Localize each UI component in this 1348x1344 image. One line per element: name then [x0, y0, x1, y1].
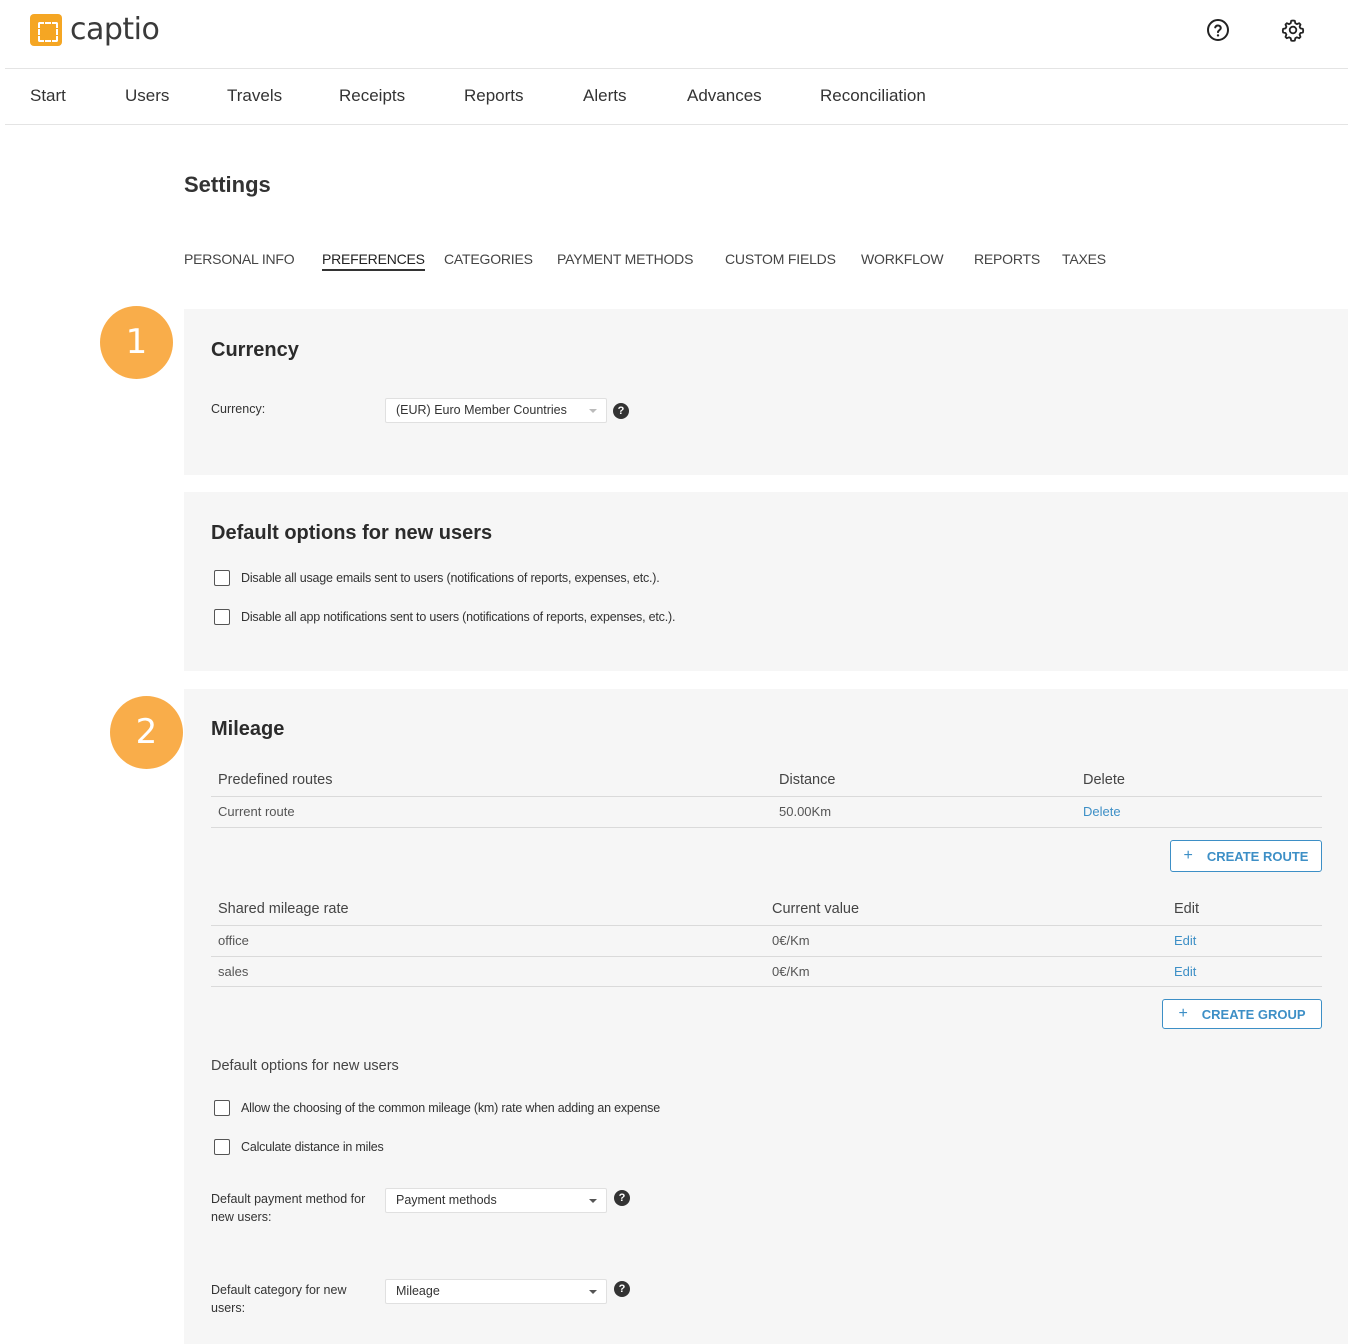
- question-icon[interactable]: ?: [614, 1281, 630, 1297]
- table-divider: [211, 925, 1322, 926]
- option-distance-miles: Calculate distance in miles: [214, 1139, 384, 1155]
- create-route-label: CREATE ROUTE: [1206, 848, 1309, 864]
- captio-logo[interactable]: captio: [30, 12, 160, 47]
- default-options-panel: Default options for new users Disable al…: [184, 492, 1348, 671]
- currency-panel: Currency Currency: (EUR) Euro Member Cou…: [184, 309, 1348, 475]
- create-group-button[interactable]: + CREATE GROUP: [1162, 999, 1322, 1029]
- nav-receipts[interactable]: Receipts: [339, 86, 405, 106]
- mileage-panel: Mileage Predefined routes Distance Delet…: [184, 689, 1348, 1344]
- top-bar: captio: [0, 0, 1348, 68]
- step-badge-1: 1: [100, 306, 173, 379]
- rate-name: sales: [218, 964, 249, 979]
- distance-miles-label: Calculate distance in miles: [241, 1140, 384, 1154]
- default-payment-value: Payment methods: [396, 1193, 497, 1207]
- step-badge-2: 2: [110, 696, 183, 769]
- currency-select-value: (EUR) Euro Member Countries: [396, 403, 567, 417]
- default-category-select[interactable]: Mileage: [385, 1279, 607, 1304]
- option-disable-emails: Disable all usage emails sent to users (…: [214, 570, 660, 586]
- table-divider: [211, 956, 1322, 957]
- brand-name: captio: [70, 12, 160, 47]
- chevron-down-icon: [589, 1290, 597, 1294]
- create-route-button[interactable]: + CREATE ROUTE: [1170, 840, 1322, 872]
- plus-icon: +: [1178, 1005, 1188, 1022]
- tab-taxes[interactable]: TAXES: [1062, 251, 1106, 267]
- nav-alerts[interactable]: Alerts: [583, 86, 626, 106]
- default-category-value: Mileage: [396, 1284, 440, 1298]
- chevron-down-icon: [589, 1199, 597, 1203]
- default-options-title: Default options for new users: [211, 522, 493, 544]
- tab-categories[interactable]: CATEGORIES: [444, 251, 533, 267]
- disable-notifications-label: Disable all app notifications sent to us…: [241, 610, 676, 624]
- rates-header-edit: Edit: [1174, 901, 1199, 917]
- nav-users[interactable]: Users: [125, 86, 169, 106]
- route-delete-link[interactable]: Delete: [1083, 804, 1121, 819]
- table-divider: [211, 986, 1322, 987]
- main-nav: Start Users Travels Receipts Reports Ale…: [0, 69, 1348, 124]
- tab-payment-methods[interactable]: PAYMENT METHODS: [557, 251, 693, 267]
- chevron-down-icon: [589, 409, 597, 413]
- tab-preferences[interactable]: PREFERENCES: [322, 251, 425, 271]
- routes-header-delete: Delete: [1083, 772, 1125, 788]
- default-category-label: Default category for new: [211, 1283, 347, 1297]
- default-payment-label: Default payment method for: [211, 1192, 366, 1206]
- help-circle-icon[interactable]: [1206, 18, 1230, 42]
- rate-value: 0€/Km: [772, 933, 810, 948]
- nav-reconciliation[interactable]: Reconciliation: [820, 86, 926, 106]
- create-group-label: CREATE GROUP: [1201, 1006, 1306, 1022]
- question-icon[interactable]: ?: [614, 1190, 630, 1206]
- captio-logo-mark: [30, 13, 62, 46]
- table-divider: [211, 827, 1322, 828]
- allow-common-rate-checkbox[interactable]: [214, 1100, 230, 1116]
- default-payment-label-cont: new users:: [211, 1210, 272, 1224]
- allow-common-rate-label: Allow the choosing of the common mileage…: [241, 1101, 660, 1115]
- rate-edit-link[interactable]: Edit: [1174, 933, 1196, 948]
- tab-personal-info[interactable]: PERSONAL INFO: [184, 251, 295, 267]
- plus-icon: +: [1183, 847, 1193, 864]
- table-divider: [211, 796, 1322, 797]
- currency-label: Currency:: [211, 402, 266, 416]
- currency-select[interactable]: (EUR) Euro Member Countries: [385, 398, 607, 423]
- page-title: Settings: [184, 172, 271, 197]
- routes-header-name: Predefined routes: [218, 772, 333, 788]
- default-category-label-cont: users:: [211, 1301, 246, 1315]
- disable-notifications-checkbox[interactable]: [214, 609, 230, 625]
- tab-reports[interactable]: REPORTS: [974, 251, 1040, 267]
- default-payment-select[interactable]: Payment methods: [385, 1188, 607, 1213]
- question-icon[interactable]: ?: [613, 403, 629, 419]
- rates-header-value: Current value: [772, 901, 860, 917]
- rate-value: 0€/Km: [772, 964, 810, 979]
- nav-travels[interactable]: Travels: [227, 86, 282, 106]
- disable-emails-checkbox[interactable]: [214, 570, 230, 586]
- route-name: Current route: [218, 804, 295, 819]
- nav-divider: [5, 124, 1348, 125]
- currency-title: Currency: [211, 339, 299, 361]
- disable-emails-label: Disable all usage emails sent to users (…: [241, 571, 660, 585]
- rate-name: office: [218, 933, 249, 948]
- mileage-defaults-title: Default options for new users: [211, 1058, 399, 1074]
- distance-miles-checkbox[interactable]: [214, 1139, 230, 1155]
- option-disable-notifications: Disable all app notifications sent to us…: [214, 609, 675, 625]
- rate-edit-link[interactable]: Edit: [1174, 964, 1196, 979]
- route-distance: 50.00Km: [779, 804, 832, 819]
- nav-advances[interactable]: Advances: [687, 86, 762, 106]
- nav-reports[interactable]: Reports: [464, 86, 524, 106]
- routes-header-distance: Distance: [779, 772, 836, 788]
- option-allow-common-rate: Allow the choosing of the common mileage…: [214, 1100, 660, 1116]
- mileage-title: Mileage: [211, 718, 285, 740]
- tab-workflow[interactable]: WORKFLOW: [861, 251, 944, 267]
- gear-icon[interactable]: [1281, 18, 1305, 42]
- tab-custom-fields[interactable]: CUSTOM FIELDS: [725, 251, 836, 267]
- rates-header-name: Shared mileage rate: [218, 901, 349, 917]
- nav-start[interactable]: Start: [30, 86, 66, 106]
